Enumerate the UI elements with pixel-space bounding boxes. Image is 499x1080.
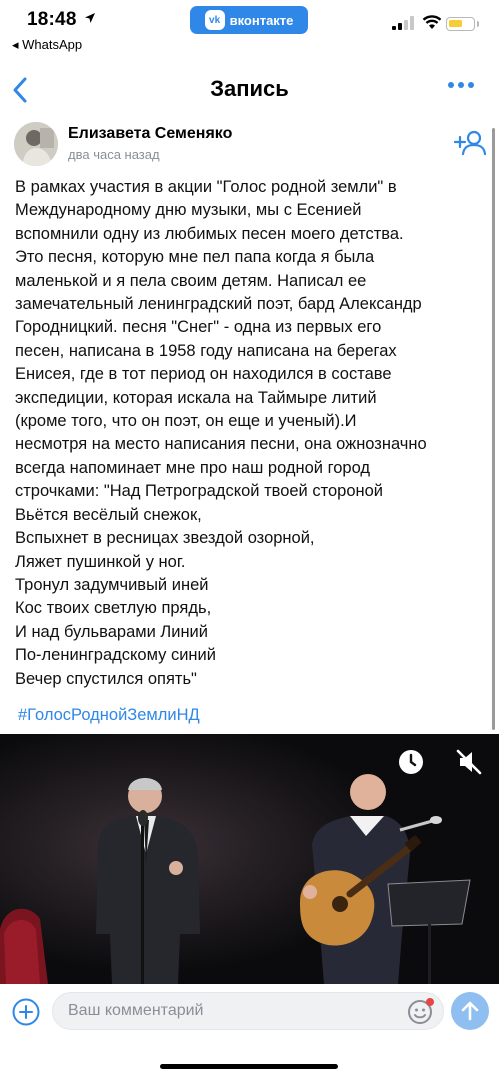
attach-plus-icon[interactable] <box>12 998 40 1026</box>
nav-bar: Запись <box>0 60 499 116</box>
send-button[interactable] <box>451 992 489 1030</box>
status-bar: 18:48 ◂ WhatsApp vk вконтакте <box>0 0 499 56</box>
back-to-app-link[interactable]: ◂ WhatsApp <box>12 37 82 53</box>
home-indicator <box>160 1064 338 1069</box>
post-timestamp: два часа назад <box>68 147 160 162</box>
emoji-icon[interactable] <box>407 997 435 1025</box>
post-text: В рамках участия в акции "Голос родной з… <box>15 178 427 688</box>
more-options-icon[interactable] <box>448 82 474 88</box>
vk-logo-icon: vk <box>204 10 225 30</box>
add-friend-icon[interactable] <box>454 130 486 156</box>
vk-badge-label: вконтакте <box>229 12 294 28</box>
wifi-icon <box>422 15 442 29</box>
cellular-signal-icon <box>392 16 414 30</box>
author-name[interactable]: Елизавета Семеняко <box>68 125 232 143</box>
mute-speaker-icon[interactable] <box>455 748 483 776</box>
location-arrow-icon <box>85 13 95 23</box>
hashtag-link[interactable]: #ГолосРоднойЗемлиНД <box>18 706 200 725</box>
page-title: Запись <box>210 76 289 101</box>
video-frame <box>0 734 499 984</box>
battery-cap <box>477 21 479 27</box>
avatar[interactable] <box>14 122 58 166</box>
video-player[interactable] <box>0 734 499 984</box>
send-arrow-icon <box>461 1001 479 1021</box>
status-time: 18:48 <box>27 9 77 30</box>
comment-input[interactable]: Ваш комментарий <box>52 992 444 1030</box>
comment-bar: Ваш комментарий <box>0 984 499 1080</box>
battery-icon <box>446 17 475 31</box>
avatar-image <box>14 122 58 166</box>
watch-later-icon[interactable] <box>398 749 424 775</box>
vk-badge[interactable]: vk вконтакте <box>190 6 308 34</box>
scrollbar[interactable] <box>492 128 495 730</box>
